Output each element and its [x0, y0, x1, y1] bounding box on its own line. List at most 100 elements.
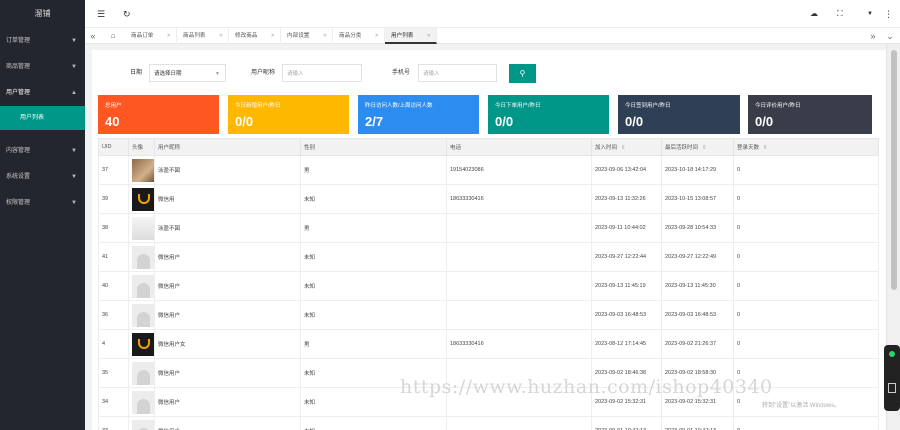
default-user-icon [137, 398, 150, 414]
more-icon[interactable]: ⋮ [884, 0, 893, 28]
sidebar-item-settings[interactable]: 系统设置 ▼ [0, 164, 85, 190]
tab-internal-settings[interactable]: 内部设置 ✕ [281, 28, 333, 44]
gender-cell: 未知 [300, 271, 447, 301]
table-row[interactable]: 40 微信用户 未知 2023-09-13 11:45:19 2023-09-13 11… [98, 271, 879, 301]
tabs-prev-icon[interactable]: « [85, 28, 101, 44]
stat-value: 0/0 [495, 114, 514, 129]
stat-title: 今日下单用户/昨日 [495, 103, 541, 109]
phone-cell [446, 416, 592, 430]
search-button[interactable]: ⚲ [509, 64, 536, 83]
scrollbar-thumb[interactable] [891, 50, 897, 290]
watermark-text: https://www.huzhan.com/ishop40340 [400, 376, 773, 398]
caret-down-icon[interactable]: ▼ [867, 0, 873, 28]
sort-icon[interactable]: ⇕ [702, 145, 707, 151]
home-icon[interactable]: ⌂ [105, 28, 121, 44]
close-icon[interactable]: ✕ [167, 28, 171, 44]
avatar [132, 274, 154, 298]
refresh-icon[interactable]: ↻ [123, 0, 131, 28]
table-header-row: UID 头像 用户昵称 性别 电话 加入时间 ⇕ 最后活跃时间 ⇕ 登录天数 ⇕ [98, 138, 879, 156]
column-header-sortable[interactable]: 加入时间 ⇕ [591, 138, 662, 156]
close-icon[interactable]: ✕ [323, 28, 327, 44]
date-label: 日期 [130, 70, 143, 76]
close-icon[interactable]: ✕ [219, 28, 223, 44]
sidebar-item-orders[interactable]: 订单管理 ▼ [0, 28, 85, 54]
table-row[interactable]: 38 泳盈不図男 2023-09-11 10:44:02 2023-09-28 10:… [98, 213, 879, 243]
table-row[interactable]: 39 微信用 未知 18633330416 2023-09-13 11:32:26 202… [98, 184, 879, 214]
tab-product-category[interactable]: 商品分类 ✕ [333, 28, 385, 44]
column-header: 头像 [128, 138, 155, 156]
sidebar-item-permissions[interactable]: 权限管理 ▼ [0, 190, 85, 216]
uid-cell: 34 [98, 387, 129, 417]
join-time-cell: 2023-09-01 10:47:13 [591, 416, 662, 430]
avatar [132, 332, 154, 356]
login-days-cell: 0 [733, 300, 879, 330]
sort-icon[interactable]: ⇕ [621, 145, 626, 151]
close-icon[interactable]: ✕ [427, 28, 431, 44]
tabs-dropdown-icon[interactable]: ⌄ [882, 28, 898, 44]
chevron-down-icon: ▼ [71, 38, 77, 44]
avatar [132, 187, 154, 211]
table-row[interactable]: 4 微信用户女男 18633330416 2023-08-12 17:14:45 202… [98, 329, 879, 359]
stat-card-order-users: 今日下单用户/昨日 0/0 [488, 95, 609, 134]
tab-label: 内部设置 [287, 33, 310, 39]
phone-cell [446, 242, 592, 272]
sidebar-item-users[interactable]: 用户管理 ▲ [0, 80, 85, 106]
floating-widget[interactable] [884, 345, 900, 411]
sidebar-logo: 溜铺 [34, 9, 51, 18]
table-row[interactable]: 33 微信用户未知 2023-09-01 10:47:132023-09-01 10… [98, 416, 879, 430]
tab-edit-product[interactable]: 修改商品 ✕ [229, 28, 281, 44]
close-icon[interactable]: ✕ [271, 28, 275, 44]
fullscreen-icon[interactable]: ⛶ [837, 0, 843, 28]
login-days-cell: 0 [733, 416, 879, 430]
last-active-cell: 2023-09-28 10:54:33 [661, 213, 734, 243]
sidebar-subitem-user-list[interactable]: 用户列表 [0, 106, 85, 130]
uid-cell: 37 [98, 155, 129, 185]
nickname-cell: 微信用户 [154, 242, 301, 272]
tab-label: 商品列表 [183, 33, 206, 39]
table-row[interactable]: 37 泳盈不図男 19154023086 2023-09-06 13:42:04 202… [98, 155, 879, 185]
last-active-cell: 2023-10-15 13:08:57 [661, 184, 734, 214]
gender-cell: 男 [300, 329, 447, 359]
tabs-next-icon[interactable]: » [865, 28, 881, 44]
close-icon[interactable]: ✕ [375, 28, 379, 44]
uid-cell: 35 [98, 358, 129, 388]
login-days-cell: 0 [733, 271, 879, 301]
sort-icon[interactable]: ⇕ [763, 145, 768, 151]
phone-input[interactable]: 请输入 [418, 64, 497, 82]
sidebar-item-products[interactable]: 商品管理 ▼ [0, 54, 85, 80]
last-active-cell: 2023-09-13 11:45:30 [661, 271, 734, 301]
stat-value: 0/0 [625, 114, 644, 129]
column-header-sortable[interactable]: 最后活跃时间 ⇕ [661, 138, 734, 156]
tab-user-list[interactable]: 用户列表 ✕ [385, 28, 437, 44]
table-row[interactable]: 41 微信用户 未知 2023-09-27 12:22:44 2023-09-27 12… [98, 242, 879, 272]
nickname-cell: 微信用户 [154, 387, 301, 417]
table-row[interactable]: 36 微信用户 未知 2023-09-03 16:48:53 2023-09-03 16… [98, 300, 879, 330]
avatar-cell [128, 184, 155, 214]
stat-title: 总用户 [105, 103, 122, 109]
avatar-cell [128, 416, 155, 430]
phone-cell [446, 271, 592, 301]
default-user-icon [137, 253, 150, 269]
column-header: 用户昵称 [154, 138, 301, 156]
phone-cell: 18633330416 [446, 329, 592, 359]
gender-cell: 未知 [300, 184, 447, 214]
tab-product-list[interactable]: 商品列表 ✕ [177, 28, 229, 44]
tab-label: 修改商品 [235, 33, 258, 39]
gender-cell: 未知 [300, 242, 447, 272]
sidebar-item-content[interactable]: 内容管理 ▼ [0, 138, 85, 164]
nickname-cell: 泳盈不図 [154, 155, 301, 185]
brand-logo-icon [137, 339, 150, 349]
login-days-cell: 0 [733, 242, 879, 272]
tab-label: 用户列表 [391, 33, 414, 39]
gender-cell: 未知 [300, 416, 447, 430]
column-header-sortable[interactable]: 登录天数 ⇕ [733, 138, 879, 156]
nickname-cell: 微信用 [154, 184, 301, 214]
theme-icon[interactable]: ☁ [810, 0, 818, 28]
tab-bar: « ⌂ 商品订单 ✕ 商品列表 ✕ 修改商品 ✕ 内部设置 ✕ 商品分类 ✕ 用户列表 ✕ … [85, 28, 900, 44]
tab-product-orders[interactable]: 商品订单 ✕ [125, 28, 177, 44]
column-header-label: 加入时间 [595, 145, 618, 151]
date-select[interactable]: 请选择日期 ▼ [149, 64, 226, 82]
nickname-input[interactable]: 请输入 [282, 64, 362, 82]
menu-icon[interactable]: ☰ [97, 0, 105, 28]
